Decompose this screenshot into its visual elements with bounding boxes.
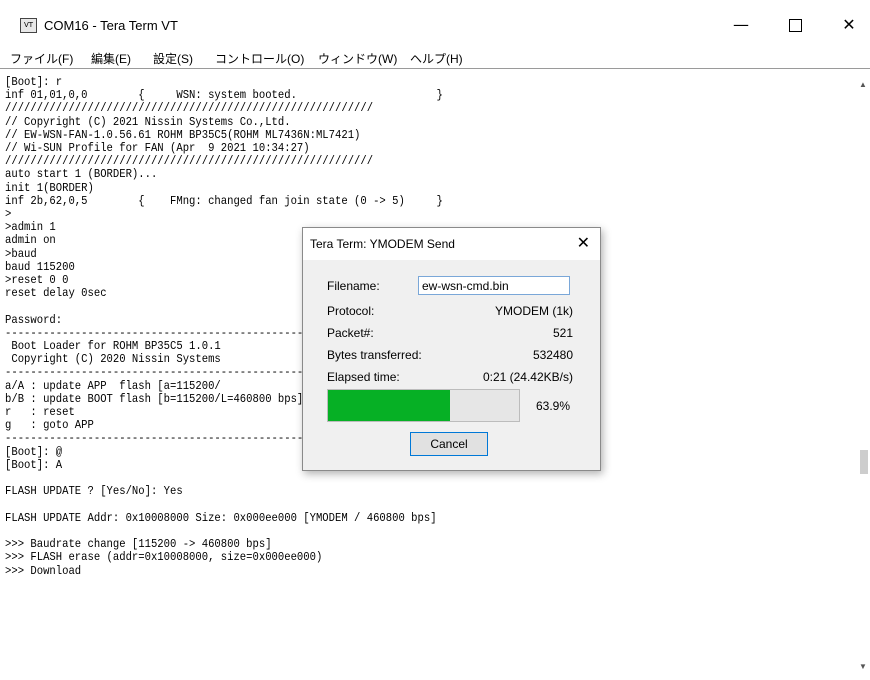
menu-window[interactable]: ウィンドウ(W) bbox=[318, 50, 397, 67]
title-bar: VT COM16 - Tera Term VT — ✕ bbox=[0, 0, 870, 44]
ymodem-send-dialog: Tera Term: YMODEM Send ✕ Filename: ew-ws… bbox=[302, 227, 601, 471]
terminal-line: >>> FLASH erase (addr=0x10008000, size=0… bbox=[5, 550, 323, 565]
progress-fill bbox=[328, 390, 451, 421]
dialog-close-button[interactable]: ✕ bbox=[577, 233, 590, 252]
progress-bar bbox=[327, 389, 520, 422]
minimize-button[interactable]: — bbox=[718, 10, 764, 40]
dialog-title-bar: Tera Term: YMODEM Send ✕ bbox=[303, 228, 600, 260]
menu-control[interactable]: コントロール(O) bbox=[215, 50, 304, 67]
packet-label: Packet#: bbox=[327, 326, 374, 340]
bytes-label: Bytes transferred: bbox=[327, 348, 422, 362]
vertical-scrollbar[interactable]: ▲ ▼ bbox=[858, 70, 870, 680]
maximize-icon bbox=[788, 19, 802, 32]
terminal-line: > bbox=[5, 207, 12, 222]
bytes-value: 532480 bbox=[532, 348, 573, 362]
maximize-button[interactable] bbox=[772, 10, 818, 40]
terminal-line: auto start 1 (BORDER)... bbox=[5, 167, 158, 182]
scroll-up-icon[interactable]: ▲ bbox=[859, 80, 867, 89]
elapsed-value: 0:21 (24.42KB/s) bbox=[482, 370, 573, 384]
scroll-down-icon[interactable]: ▼ bbox=[859, 662, 867, 671]
terminal-line: // Copyright (C) 2021 Nissin Systems Co.… bbox=[5, 114, 291, 129]
terminal-line: >>> Download bbox=[5, 563, 82, 578]
menu-help[interactable]: ヘルプ(H) bbox=[410, 50, 463, 67]
terminal-line: FLASH UPDATE Addr: 0x10008000 Size: 0x00… bbox=[5, 510, 437, 525]
teraterm-app-icon[interactable]: VT bbox=[20, 18, 37, 33]
close-button[interactable]: ✕ bbox=[826, 10, 870, 40]
elapsed-label: Elapsed time: bbox=[327, 370, 400, 384]
filename-label: Filename: bbox=[327, 279, 380, 293]
protocol-label: Protocol: bbox=[327, 304, 375, 318]
filename-field[interactable]: ew-wsn-cmd.bin bbox=[418, 276, 570, 295]
progress-percent: 63.9% bbox=[535, 399, 570, 413]
scroll-thumb[interactable] bbox=[860, 450, 868, 474]
terminal-line: FLASH UPDATE ? [Yes/No]: Yes bbox=[5, 484, 183, 499]
protocol-value: YMODEM (1k) bbox=[495, 304, 573, 318]
dialog-title: Tera Term: YMODEM Send bbox=[310, 237, 455, 251]
terminal-line: ////////////////////////////////////////… bbox=[5, 101, 374, 116]
packet-value: 521 bbox=[552, 326, 573, 340]
menu-bar: ファイル(F) 編集(E) 設定(S) コントロール(O) ウィンドウ(W) ヘ… bbox=[0, 44, 870, 69]
menu-setup[interactable]: 設定(S) bbox=[153, 50, 193, 67]
menu-edit[interactable]: 編集(E) bbox=[91, 50, 131, 67]
menu-file[interactable]: ファイル(F) bbox=[10, 50, 73, 67]
terminal-line: init 1(BORDER) bbox=[5, 180, 94, 195]
terminal-line: inf 2b,62,0,5 { FMng: changed fan join s… bbox=[5, 193, 443, 208]
window-title: COM16 - Tera Term VT bbox=[44, 18, 178, 33]
cancel-button[interactable]: Cancel bbox=[410, 432, 488, 456]
